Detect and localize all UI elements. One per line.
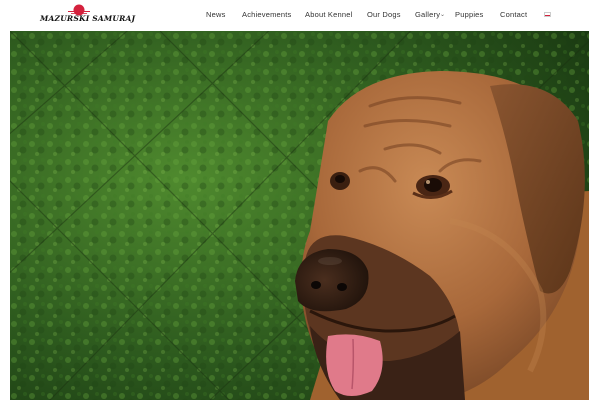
polish-flag-icon[interactable] (544, 12, 551, 17)
nav-about-kennel[interactable]: About Kennel (305, 10, 352, 19)
chevron-down-icon[interactable]: ⌄ (440, 11, 445, 18)
nav-contact[interactable]: Contact (500, 10, 527, 19)
nav-puppies[interactable]: Puppies (455, 10, 484, 19)
site-header: MAZURSKI SAMURAJ News Achievements About… (0, 0, 600, 31)
nav-our-dogs[interactable]: Our Dogs (367, 10, 401, 19)
logo-text: MAZURSKI SAMURAJ (40, 14, 136, 23)
dog-photo (10, 31, 589, 400)
nav-achievements[interactable]: Achievements (242, 10, 292, 19)
hero-image (10, 31, 589, 400)
nav-gallery[interactable]: Gallery (415, 10, 440, 19)
nav-news[interactable]: News (206, 10, 226, 19)
site-logo[interactable]: MAZURSKI SAMURAJ (40, 4, 136, 28)
